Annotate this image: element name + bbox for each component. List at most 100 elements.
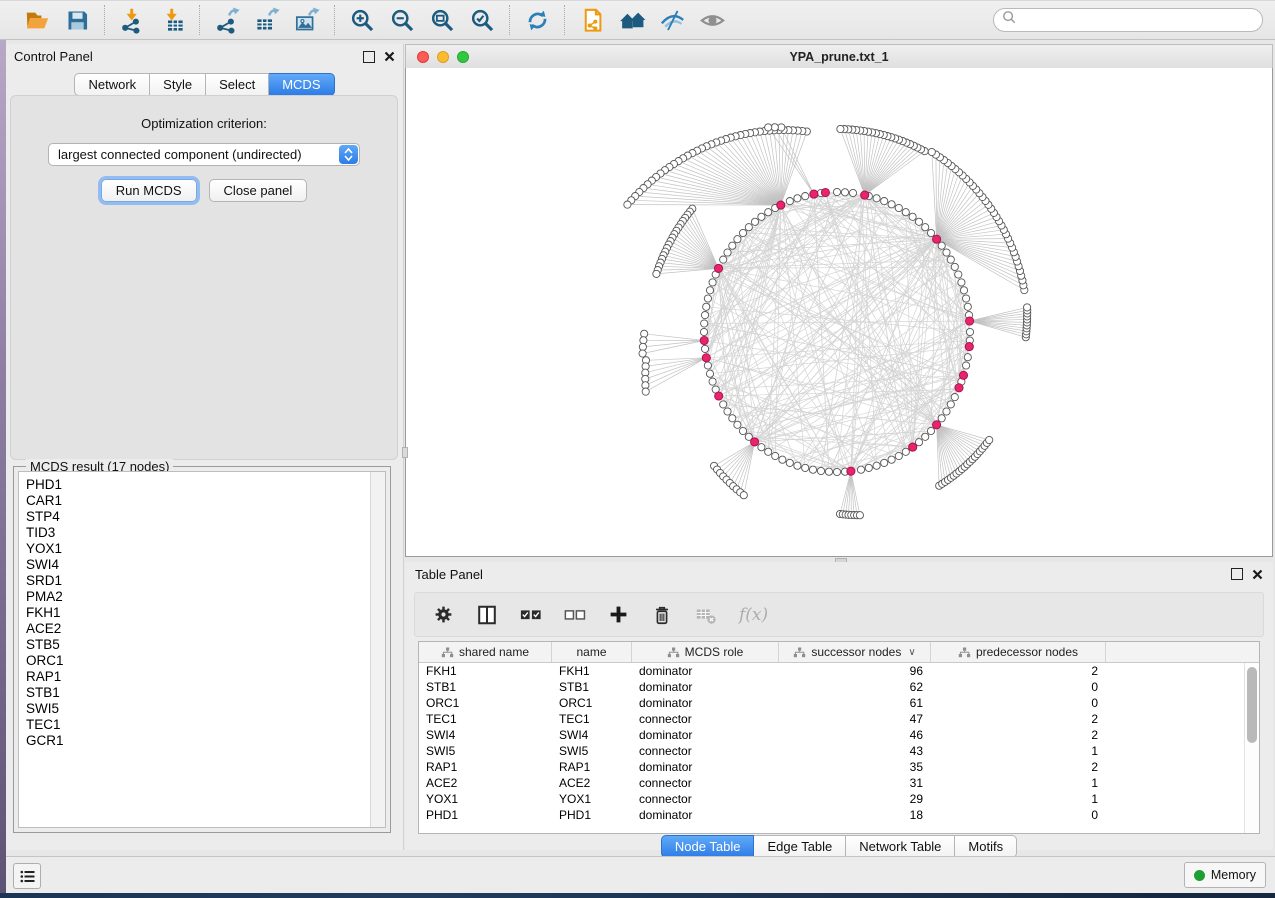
select-all-icon[interactable] — [520, 604, 542, 626]
table-cell: connector — [632, 743, 779, 759]
memory-button[interactable]: Memory — [1184, 862, 1266, 888]
mcds-result-item[interactable]: ACE2 — [26, 621, 385, 637]
gear-icon[interactable] — [433, 604, 454, 625]
zoom-in-icon[interactable] — [345, 4, 379, 36]
table-cell: STB1 — [419, 679, 552, 695]
mcds-result-item[interactable]: PHD1 — [26, 477, 385, 493]
mcds-result-item[interactable]: TID3 — [26, 525, 385, 541]
table-cell: 0 — [931, 679, 1106, 695]
close-panel-icon[interactable] — [384, 51, 395, 62]
table-row[interactable]: TEC1TEC1connector472 — [419, 711, 1259, 727]
deselect-all-icon[interactable] — [564, 604, 586, 626]
table-cell: ACE2 — [419, 775, 552, 791]
table-row[interactable]: ACE2ACE2connector311 — [419, 775, 1259, 791]
table-row[interactable]: SWI4SWI4dominator462 — [419, 727, 1259, 743]
import-network-icon[interactable] — [115, 4, 149, 36]
mcds-result-group: MCDS result (17 nodes) PHD1CAR1STP4TID3Y… — [13, 466, 391, 833]
mcds-result-item[interactable]: CAR1 — [26, 493, 385, 509]
share-session-icon[interactable] — [575, 4, 609, 36]
memory-label: Memory — [1211, 868, 1256, 882]
table-cell: PHD1 — [419, 807, 552, 823]
save-session-icon[interactable] — [60, 4, 94, 36]
mcds-result-item[interactable]: RAP1 — [26, 669, 385, 685]
table-row[interactable]: SWI5SWI5connector431 — [419, 743, 1259, 759]
table-cell: ACE2 — [552, 775, 632, 791]
mcds-result-item[interactable]: SWI5 — [26, 701, 385, 717]
tab-style[interactable]: Style — [150, 73, 206, 96]
mcds-result-item[interactable]: STP4 — [26, 509, 385, 525]
add-icon[interactable] — [608, 604, 629, 625]
vertical-splitter-handle[interactable] — [402, 447, 408, 458]
run-mcds-button[interactable]: Run MCDS — [101, 179, 197, 202]
window-close-icon[interactable] — [417, 51, 429, 63]
tab-mcds[interactable]: MCDS — [269, 73, 334, 96]
mcds-result-scrollbar[interactable] — [370, 472, 385, 827]
main-toolbar — [0, 0, 1275, 40]
tab-network[interactable]: Network — [74, 73, 150, 96]
column-header-predecessor-nodes[interactable]: predecessor nodes — [931, 642, 1106, 662]
mcds-result-item[interactable]: GCR1 — [26, 733, 385, 749]
delete-icon[interactable] — [651, 604, 673, 626]
table-row[interactable]: YOX1YOX1connector291 — [419, 791, 1259, 807]
tab-motifs[interactable]: Motifs — [955, 835, 1017, 858]
mcds-result-item[interactable]: SRD1 — [26, 573, 385, 589]
search-input[interactable] — [1022, 12, 1262, 28]
mcds-result-item[interactable]: STB1 — [26, 685, 385, 701]
table-row[interactable]: PHD1PHD1dominator180 — [419, 807, 1259, 823]
mcds-result-item[interactable]: YOX1 — [26, 541, 385, 557]
network-graph — [406, 68, 1272, 556]
mcds-result-item[interactable]: ORC1 — [26, 653, 385, 669]
table-cell: TEC1 — [552, 711, 632, 727]
export-network-icon[interactable] — [210, 4, 244, 36]
close-panel-button[interactable]: Close panel — [209, 179, 308, 202]
table-cell: dominator — [632, 807, 779, 823]
tab-network-table[interactable]: Network Table — [846, 835, 955, 858]
vizmapper-icon[interactable] — [655, 4, 689, 36]
mcds-result-list: PHD1CAR1STP4TID3YOX1SWI4SRD1PMA2FKH1ACE2… — [18, 471, 386, 828]
refresh-icon[interactable] — [520, 4, 554, 36]
column-header-shared-name[interactable]: shared name — [419, 642, 552, 662]
close-table-panel-icon[interactable] — [1252, 569, 1263, 580]
column-header-name[interactable]: name — [552, 642, 632, 662]
tab-select[interactable]: Select — [206, 73, 269, 96]
task-history-button[interactable] — [13, 863, 41, 889]
eye-icon[interactable] — [695, 4, 729, 36]
table-scrollbar[interactable] — [1244, 663, 1259, 833]
zoom-fit-icon[interactable] — [425, 4, 459, 36]
table-row[interactable]: FKH1FKH1dominator962 — [419, 663, 1259, 679]
tab-node-table[interactable]: Node Table — [661, 835, 755, 858]
network-canvas[interactable] — [405, 68, 1273, 557]
table-hierarchy-icon — [793, 647, 806, 658]
window-zoom-icon[interactable] — [457, 51, 469, 63]
optimization-criterion-select[interactable]: largest connected component (undirected) — [48, 143, 360, 166]
zoom-out-icon[interactable] — [385, 4, 419, 36]
table-cell: FKH1 — [419, 663, 552, 679]
mcds-result-item[interactable]: STB5 — [26, 637, 385, 653]
table-cell: dominator — [632, 727, 779, 743]
home-icon[interactable] — [615, 4, 649, 36]
table-scrollbar-thumb[interactable] — [1247, 667, 1257, 743]
mcds-result-item[interactable]: FKH1 — [26, 605, 385, 621]
table-row[interactable]: ORC1ORC1dominator610 — [419, 695, 1259, 711]
export-image-icon[interactable] — [290, 4, 324, 36]
table-cell: YOX1 — [552, 791, 632, 807]
mcds-result-item[interactable]: PMA2 — [26, 589, 385, 605]
table-cell: 18 — [779, 807, 931, 823]
open-file-icon[interactable] — [20, 4, 54, 36]
export-table-icon[interactable] — [250, 4, 284, 36]
table-row[interactable]: RAP1RAP1dominator352 — [419, 759, 1259, 775]
window-minimize-icon[interactable] — [437, 51, 449, 63]
column-header-successor-nodes[interactable]: successor nodes∨ — [779, 642, 931, 662]
float-panel-icon[interactable] — [363, 51, 375, 63]
mcds-result-item[interactable]: TEC1 — [26, 717, 385, 733]
search-box[interactable] — [993, 8, 1263, 32]
table-row[interactable]: STB1STB1dominator620 — [419, 679, 1259, 695]
table-cell: 47 — [779, 711, 931, 727]
tab-edge-table[interactable]: Edge Table — [754, 835, 846, 858]
mcds-result-item[interactable]: SWI4 — [26, 557, 385, 573]
zoom-selected-icon[interactable] — [465, 4, 499, 36]
columns-icon[interactable] — [476, 604, 498, 626]
column-header-MCDS-role[interactable]: MCDS role — [632, 642, 779, 662]
import-table-icon[interactable] — [155, 4, 189, 36]
float-table-panel-icon[interactable] — [1231, 568, 1243, 580]
